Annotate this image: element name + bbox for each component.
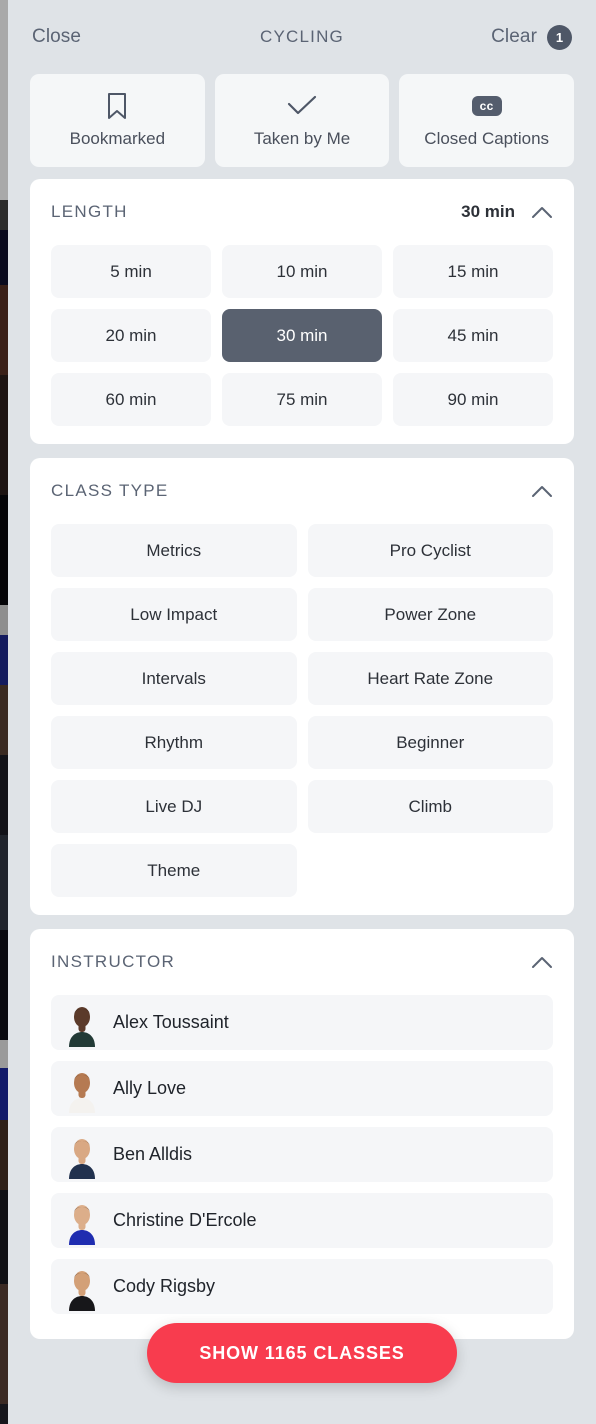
length-option[interactable]: 45 min — [393, 309, 553, 362]
class-type-option[interactable]: Climb — [307, 780, 553, 833]
instructor-row[interactable]: Ally Love — [51, 1061, 553, 1116]
quick-filter-closed-captions-label: Closed Captions — [424, 129, 550, 148]
quick-filter-row: Bookmarked Taken by Me cc Closed Caption… — [8, 74, 596, 179]
length-option[interactable]: 10 min — [222, 245, 382, 298]
cc-icon-text: cc — [471, 96, 502, 116]
class-type-section-header[interactable]: CLASS TYPE — [51, 458, 553, 524]
class-type-option[interactable]: Intervals — [51, 652, 297, 705]
quick-filter-closed-captions[interactable]: cc Closed Captions — [399, 74, 575, 167]
instructor-name: Alex Toussaint — [113, 1012, 229, 1032]
class-type-option[interactable]: Power Zone — [307, 588, 553, 641]
class-type-option[interactable]: Pro Cyclist — [307, 524, 553, 577]
instructor-row[interactable]: Cody Rigsby — [51, 1259, 553, 1314]
avatar — [65, 1135, 99, 1179]
length-options-grid: 5 min 10 min 15 min 20 min 30 min 45 min 60 mi… — [51, 245, 553, 444]
class-type-section-title: CLASS TYPE — [51, 481, 169, 500]
instructor-row[interactable]: Christine D'Ercole — [51, 1193, 553, 1248]
quick-filter-bookmarked-label: Bookmarked — [69, 129, 166, 148]
instructor-name: Ben Alldis — [113, 1144, 193, 1164]
bookmark-icon — [106, 92, 128, 120]
class-type-option[interactable]: Low Impact — [51, 588, 297, 641]
class-type-option[interactable]: Rhythm — [51, 716, 297, 769]
length-option[interactable]: 30 min — [222, 309, 382, 362]
length-option[interactable]: 60 min — [51, 373, 211, 426]
length-section-title: LENGTH — [51, 202, 128, 221]
length-selected-value: 30 min — [461, 202, 515, 221]
avatar — [65, 1069, 99, 1113]
class-type-option[interactable]: Heart Rate Zone — [307, 652, 553, 705]
quick-filter-taken-by-me[interactable]: Taken by Me — [214, 74, 390, 167]
filters-panel: Close CYCLING Clear 1 Bookmarked Taken b… — [8, 0, 596, 1424]
close-button[interactable]: Close — [32, 26, 81, 48]
instructor-section: INSTRUCTOR Alex Toussaint Ally Love Ben Al… — [30, 929, 574, 1339]
chevron-up-icon[interactable] — [531, 956, 553, 969]
length-option[interactable]: 90 min — [393, 373, 553, 426]
avatar — [65, 1201, 99, 1245]
avatar — [65, 1003, 99, 1047]
chevron-up-icon[interactable] — [531, 206, 553, 219]
instructor-section-header[interactable]: INSTRUCTOR — [51, 929, 553, 995]
instructor-row[interactable]: Ben Alldis — [51, 1127, 553, 1182]
class-type-option[interactable]: Beginner — [307, 716, 553, 769]
class-type-option[interactable]: Theme — [51, 844, 297, 897]
chevron-up-icon[interactable] — [531, 485, 553, 498]
class-type-section: CLASS TYPE Metrics Pro Cyclist Low Impact P… — [30, 458, 574, 915]
quick-filter-taken-by-me-label: Taken by Me — [253, 129, 351, 148]
length-option[interactable]: 75 min — [222, 373, 382, 426]
active-filter-count-badge: 1 — [547, 24, 572, 50]
show-classes-button[interactable]: SHOW 1165 CLASSES — [147, 1323, 457, 1383]
length-option[interactable]: 20 min — [51, 309, 211, 362]
class-type-option[interactable]: Live DJ — [51, 780, 297, 833]
instructor-section-title: INSTRUCTOR — [51, 952, 176, 971]
instructor-list: Alex Toussaint Ally Love Ben Alldis Christi… — [51, 995, 553, 1339]
instructor-row[interactable]: Alex Toussaint — [51, 995, 553, 1050]
length-section-header[interactable]: LENGTH 30 min — [51, 179, 553, 245]
instructor-name: Cody Rigsby — [113, 1276, 216, 1296]
length-option[interactable]: 15 min — [393, 245, 553, 298]
quick-filter-bookmarked[interactable]: Bookmarked — [30, 74, 205, 167]
clear-button[interactable]: Clear — [491, 26, 537, 48]
check-icon — [287, 92, 317, 120]
class-type-options-grid: Metrics Pro Cyclist Low Impact Power Zone In… — [51, 524, 553, 915]
instructor-name: Christine D'Ercole — [113, 1210, 257, 1230]
panel-header: Close CYCLING Clear 1 — [8, 0, 596, 74]
cc-icon: cc — [471, 92, 502, 120]
length-option[interactable]: 5 min — [51, 245, 211, 298]
avatar — [65, 1267, 99, 1311]
instructor-name: Ally Love — [113, 1078, 187, 1098]
class-type-option[interactable]: Metrics — [51, 524, 297, 577]
length-section: LENGTH 30 min 5 min 10 min 15 min 20 min 30 … — [30, 179, 574, 444]
